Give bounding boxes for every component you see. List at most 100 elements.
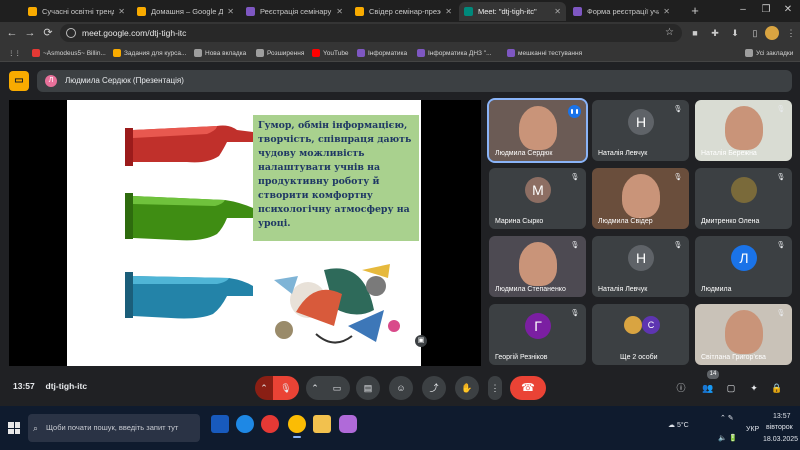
browser-tab[interactable]: Сучасні освітні тренди се✕ bbox=[23, 2, 130, 21]
people-icon[interactable]: 👥 bbox=[700, 380, 716, 396]
browser-tab[interactable]: Домашня – Google Диск✕ bbox=[132, 2, 239, 21]
new-tab-button[interactable]: + bbox=[687, 3, 703, 19]
bookmark-icon bbox=[312, 49, 320, 57]
participant-tile[interactable]: 🎙 Наталія Бережна bbox=[695, 100, 792, 161]
browser-tab-strip: Сучасні освітні тренди се✕Домашня – Goog… bbox=[0, 0, 800, 22]
file-explorer-icon[interactable] bbox=[313, 415, 331, 433]
raise-hand-icon[interactable]: ✋ bbox=[455, 376, 479, 400]
profile-avatar[interactable] bbox=[765, 26, 779, 40]
tray-icons[interactable]: ⌃ ✎ bbox=[720, 414, 734, 422]
reload-icon[interactable]: ⟳ bbox=[40, 25, 56, 41]
participant-tile[interactable]: Н 🎙 Наталія Левчук bbox=[592, 100, 689, 161]
chrome-active-indicator bbox=[293, 436, 301, 438]
tab-close-icon[interactable]: ✕ bbox=[227, 7, 234, 16]
maximize-icon[interactable]: ❐ bbox=[756, 2, 776, 18]
bookmark-item[interactable]: Інформатика bbox=[357, 47, 407, 59]
participant-tile[interactable]: Н 🎙 Наталія Левчук bbox=[592, 236, 689, 297]
close-window-icon[interactable]: ✕ bbox=[778, 2, 798, 18]
tab-close-icon[interactable]: ✕ bbox=[445, 7, 452, 16]
tab-close-icon[interactable]: ✕ bbox=[663, 7, 670, 16]
tab-close-icon[interactable]: ✕ bbox=[118, 7, 125, 16]
bookmark-item[interactable]: YouTube bbox=[312, 47, 349, 59]
tab-title: Форма реєстрації учасни bbox=[587, 7, 659, 16]
bookmark-label: Задания для курса... bbox=[124, 49, 187, 57]
more-options-icon[interactable]: ⋮ bbox=[488, 376, 502, 400]
present-screen-icon[interactable]: ⤴ bbox=[422, 376, 446, 400]
pin-presentation-icon[interactable]: ▣ bbox=[415, 335, 427, 347]
emoji-reaction-icon[interactable]: ☺ bbox=[389, 376, 413, 400]
meeting-time-and-code: 13:57 dtj-tigh-itc bbox=[13, 381, 87, 391]
bookmark-item[interactable]: Розширення bbox=[256, 47, 304, 59]
bookmark-icon bbox=[417, 49, 425, 57]
participant-tile[interactable]: 🎙 Людмила Свідер bbox=[592, 168, 689, 229]
participant-avatar: Н bbox=[628, 245, 654, 271]
leave-call-button[interactable]: ☎ bbox=[510, 376, 546, 400]
participant-name: Людмила Сердюк bbox=[495, 150, 553, 157]
bookmark-item[interactable]: мешканні тестування bbox=[507, 47, 582, 59]
browser-tab[interactable]: Реєстрація семінару мате ✕ bbox=[241, 2, 348, 21]
bookmark-item[interactable]: Нова вкладка bbox=[194, 47, 246, 59]
captions-icon[interactable]: ▤ bbox=[356, 376, 380, 400]
participant-tile[interactable]: 🎙 Світлана Григор'єва bbox=[695, 304, 792, 365]
participant-tile[interactable]: М 🎙 Марина Сырко bbox=[489, 168, 586, 229]
apps-grid-icon[interactable]: ⋮⋮ bbox=[8, 47, 21, 59]
all-bookmarks[interactable]: Усі закладки bbox=[745, 47, 793, 59]
bookmark-item[interactable]: Задания для курса... bbox=[113, 47, 186, 59]
host-controls-icon[interactable]: 🔒 bbox=[769, 380, 785, 396]
viber-app-icon[interactable] bbox=[339, 415, 357, 433]
activities-icon[interactable]: ✦ bbox=[746, 380, 762, 396]
tab-favicon-icon bbox=[355, 7, 364, 16]
browser-menu-icon[interactable]: ⋮ bbox=[784, 26, 798, 40]
participant-tile[interactable]: Г 🎙 Георгій Резніков bbox=[489, 304, 586, 365]
speaker-icon[interactable]: 🔈 🔋 bbox=[718, 434, 737, 442]
browser-tab[interactable]: Meet: "dtj-tigh-itc" ✕ bbox=[459, 2, 566, 21]
minimize-icon[interactable]: – bbox=[733, 2, 753, 18]
participant-tile[interactable]: 🎙 Дмитренко Олена bbox=[695, 168, 792, 229]
edge-app-icon[interactable] bbox=[236, 415, 254, 433]
browser-tab[interactable]: Форма реєстрації учасни ✕ bbox=[568, 2, 675, 21]
address-bar[interactable]: meet.google.com/dtj-tigh-itc ☆ bbox=[60, 24, 682, 42]
browser-tab[interactable]: Свідер семінар-презентац ✕ bbox=[350, 2, 457, 21]
bookmark-item[interactable]: ~Asmodeus5~ Billin... bbox=[32, 47, 106, 59]
tab-title: Домашня – Google Диск bbox=[151, 7, 224, 16]
camera-icon[interactable]: ▭ bbox=[324, 376, 350, 400]
bookmark-item[interactable]: Інформатика ДНЗ "... bbox=[417, 47, 491, 59]
tab-close-icon[interactable]: ✕ bbox=[336, 7, 343, 16]
mic-options-chevron-icon[interactable]: ⌃ bbox=[255, 376, 273, 400]
participant-tile[interactable]: С Ще 2 особи bbox=[592, 304, 689, 365]
clock-date: 18.03.2025 bbox=[763, 436, 799, 443]
participant-name: Георгій Резніков bbox=[495, 354, 548, 361]
bookmark-star-icon[interactable]: ☆ bbox=[665, 24, 674, 42]
forward-icon[interactable]: → bbox=[22, 25, 38, 41]
chrome-app-icon[interactable] bbox=[288, 415, 306, 433]
back-icon[interactable]: ← bbox=[4, 25, 20, 41]
participant-tile[interactable]: Л 🎙 Людмила bbox=[695, 236, 792, 297]
site-info-icon[interactable] bbox=[66, 28, 76, 38]
extension-icon[interactable]: ■ bbox=[688, 26, 702, 40]
muted-mic-icon: 🎙 bbox=[570, 174, 580, 181]
meeting-info-icon[interactable]: ⓘ bbox=[673, 380, 689, 396]
participant-avatar: Г bbox=[525, 313, 551, 339]
extensions-puzzle-icon[interactable]: ✚ bbox=[708, 26, 722, 40]
taskbar-search-box[interactable]: ⌕ Щоби почати пошук, введіть запит тут bbox=[28, 414, 200, 442]
camera-options-chevron-icon[interactable]: ⌃ bbox=[306, 376, 324, 400]
tab-title: Свідер семінар-презентац bbox=[369, 7, 441, 16]
download-icon[interactable]: ⬇ bbox=[728, 26, 742, 40]
mic-off-icon[interactable]: 🎙 bbox=[273, 376, 299, 400]
chat-icon[interactable]: ▢ bbox=[723, 380, 739, 396]
windows-start-icon[interactable] bbox=[8, 422, 20, 434]
word-app-icon[interactable] bbox=[211, 415, 229, 433]
weather-widget[interactable]: ☁ 5°C bbox=[668, 421, 689, 429]
bookmark-label: Розширення bbox=[267, 49, 305, 57]
opera-app-icon[interactable] bbox=[261, 415, 279, 433]
participant-tile[interactable]: Людмила Сердюк bbox=[487, 98, 588, 163]
language-indicator[interactable]: УКР bbox=[746, 426, 759, 433]
other-participant-avatar bbox=[624, 316, 642, 334]
participant-tile[interactable]: 🎙 Людмила Степаненко bbox=[489, 236, 586, 297]
participant-name: Марина Сырко bbox=[495, 218, 544, 225]
clock-time[interactable]: 13:57 bbox=[773, 413, 791, 420]
address-url: meet.google.com/dtj-tigh-itc bbox=[82, 28, 187, 38]
side-panel-icon[interactable]: ▯ bbox=[748, 26, 762, 40]
tab-close-icon[interactable]: ✕ bbox=[554, 7, 561, 16]
muted-mic-icon: 🎙 bbox=[776, 106, 786, 113]
